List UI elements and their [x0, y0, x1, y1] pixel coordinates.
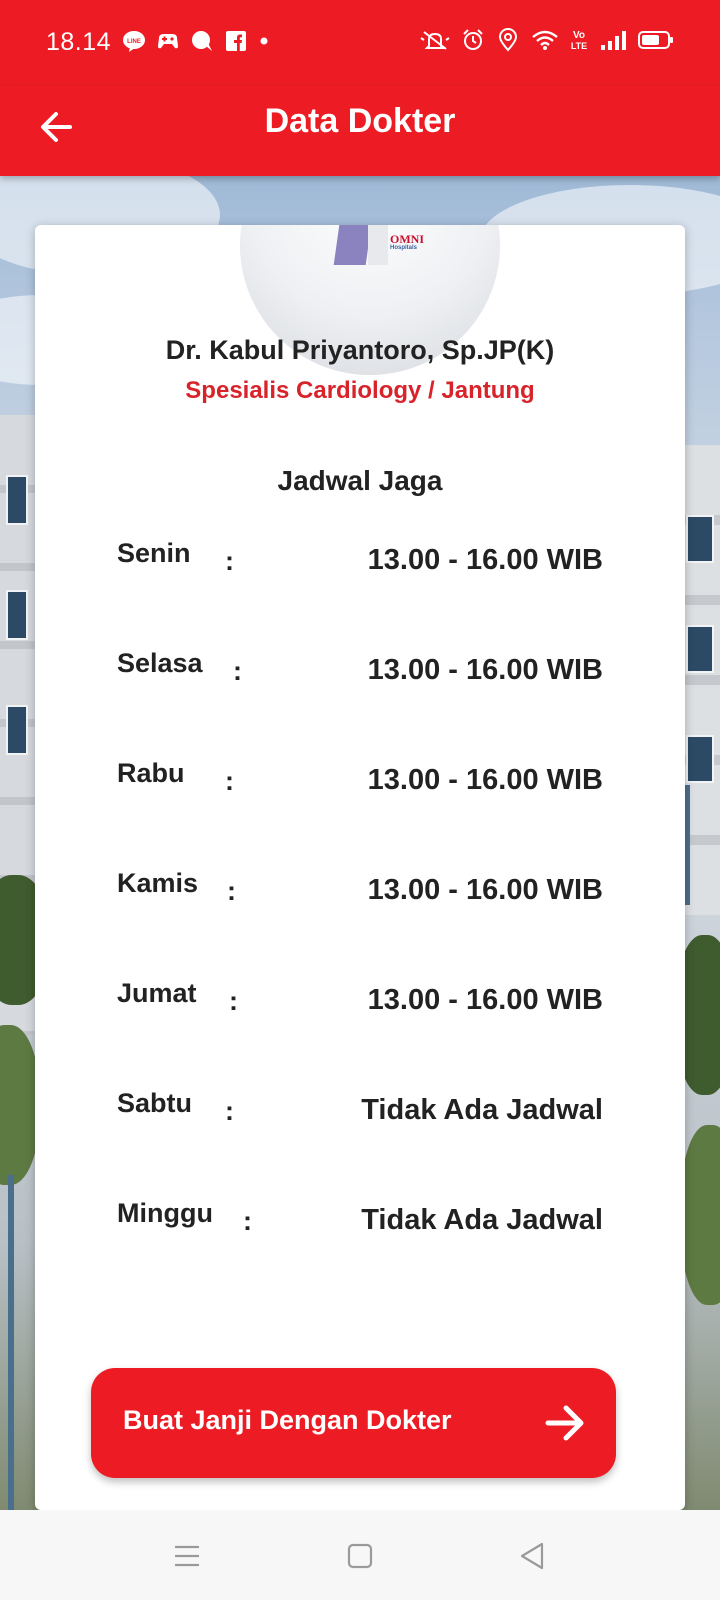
schedule-time: 13.00 - 16.00 WIB — [367, 654, 603, 686]
make-appointment-button[interactable]: Buat Janji Dengan Dokter — [91, 1368, 616, 1478]
schedule-separator: : — [233, 656, 242, 686]
schedule-day: Kamis — [117, 868, 199, 898]
schedule-time: 13.00 - 16.00 WIB — [367, 544, 603, 576]
schedule-row: Senin : 13.00 - 16.00 WIB — [35, 538, 685, 598]
doctor-specialty: Spesialis Cardiology / Jantung — [185, 377, 535, 404]
schedule-time: Tidak Ada Jadwal — [361, 1094, 603, 1126]
status-time: 18.14 — [46, 28, 112, 56]
back-triangle-icon[interactable] — [515, 1539, 549, 1573]
schedule-separator: : — [225, 1096, 234, 1126]
battery-icon — [638, 31, 673, 49]
schedule-row: Sabtu : Tidak Ada Jadwal — [35, 1088, 685, 1148]
make-appointment-label: Buat Janji Dengan Dokter — [123, 1405, 452, 1435]
svg-text:Vo: Vo — [573, 30, 585, 41]
schedule-row: Selasa : 13.00 - 16.00 WIB — [35, 648, 685, 708]
page-title: Data Dokter — [264, 102, 456, 140]
location-icon — [498, 28, 518, 52]
schedule-separator: : — [227, 876, 236, 906]
svg-text:LTE: LTE — [571, 41, 587, 51]
schedule-separator: : — [243, 1206, 252, 1236]
notification-icons: LINE — [122, 29, 270, 53]
schedule-time: 13.00 - 16.00 WIB — [367, 984, 603, 1016]
schedule-time: Tidak Ada Jadwal — [361, 1204, 603, 1236]
dot-icon — [260, 37, 268, 45]
svg-text:LINE: LINE — [127, 39, 141, 45]
schedule-separator: : — [229, 986, 238, 1016]
schedule-separator: : — [225, 546, 234, 576]
schedule-day: Senin — [117, 538, 191, 568]
status-bar: 18.14 LINE Vo LTE — [0, 0, 720, 86]
mute-icon — [420, 31, 450, 50]
schedule-day: Selasa — [117, 648, 203, 678]
doctor-card: OMNI Hospitals Dr. Kabul Priyantoro, Sp.… — [35, 225, 685, 1510]
schedule-title: Jadwal Jaga — [277, 465, 443, 496]
line-icon: LINE — [123, 31, 145, 52]
schedule-row: Kamis : 13.00 - 16.00 WIB — [35, 868, 685, 928]
signal-icon — [601, 31, 626, 50]
home-square-icon[interactable] — [343, 1539, 377, 1573]
schedule-separator: : — [225, 766, 234, 796]
wifi-icon — [532, 30, 558, 50]
photo-logo: OMNI Hospitals — [390, 232, 424, 251]
schedule-day: Minggu — [117, 1198, 213, 1228]
schedule-row: Minggu : Tidak Ada Jadwal — [35, 1198, 685, 1258]
doctor-name: Dr. Kabul Priyantoro, Sp.JP(K) — [165, 335, 555, 365]
chat-bubble-icon — [192, 31, 212, 51]
schedule-row: Jumat : 13.00 - 16.00 WIB — [35, 978, 685, 1038]
game-controller-icon — [158, 34, 178, 49]
schedule-time: 13.00 - 16.00 WIB — [367, 764, 603, 796]
schedule-day: Sabtu — [117, 1088, 193, 1118]
arrow-right-icon — [545, 1405, 584, 1441]
alarm-icon — [463, 29, 483, 50]
system-icons: Vo LTE — [420, 28, 674, 52]
volte-icon: VoLTE — [571, 30, 587, 51]
app-bar: Data Dokter — [0, 86, 720, 176]
facebook-icon — [226, 31, 246, 51]
menu-icon[interactable] — [170, 1539, 204, 1573]
schedule-time: 13.00 - 16.00 WIB — [367, 874, 603, 906]
schedule-day: Jumat — [117, 978, 197, 1008]
navigation-bar — [0, 1510, 720, 1600]
schedule-day: Rabu — [117, 758, 185, 788]
schedule-row: Rabu : 13.00 - 16.00 WIB — [35, 758, 685, 818]
